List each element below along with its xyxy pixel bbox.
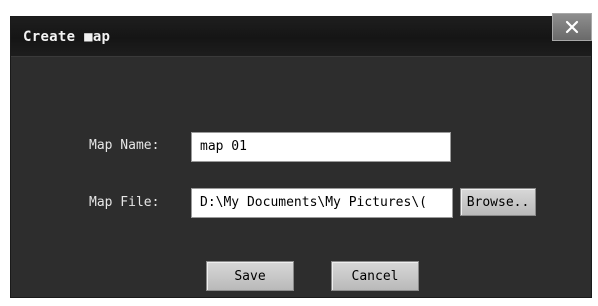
close-button[interactable] [552,13,592,41]
map-name-input[interactable]: map 01 [191,132,451,162]
browse-button[interactable]: Browse.. [460,188,536,216]
save-button[interactable]: Save [206,261,294,291]
dialog-body: Map Name: map 01 Map File: D:\My Documen… [11,57,591,297]
cancel-button[interactable]: Cancel [331,261,419,291]
map-name-label: Map Name: [89,138,160,153]
map-file-input[interactable]: D:\My Documents\My Pictures\( [191,188,453,218]
create-map-dialog: Create ■ap Map Name: map 01 Map File: D:… [0,0,598,306]
title-bar[interactable]: Create ■ap [11,13,592,57]
dialog-title: Create ■ap [23,29,111,45]
map-file-label: Map File: [89,195,160,210]
dialog-frame: Create ■ap Map Name: map 01 Map File: D:… [10,13,592,298]
close-icon [565,20,579,34]
